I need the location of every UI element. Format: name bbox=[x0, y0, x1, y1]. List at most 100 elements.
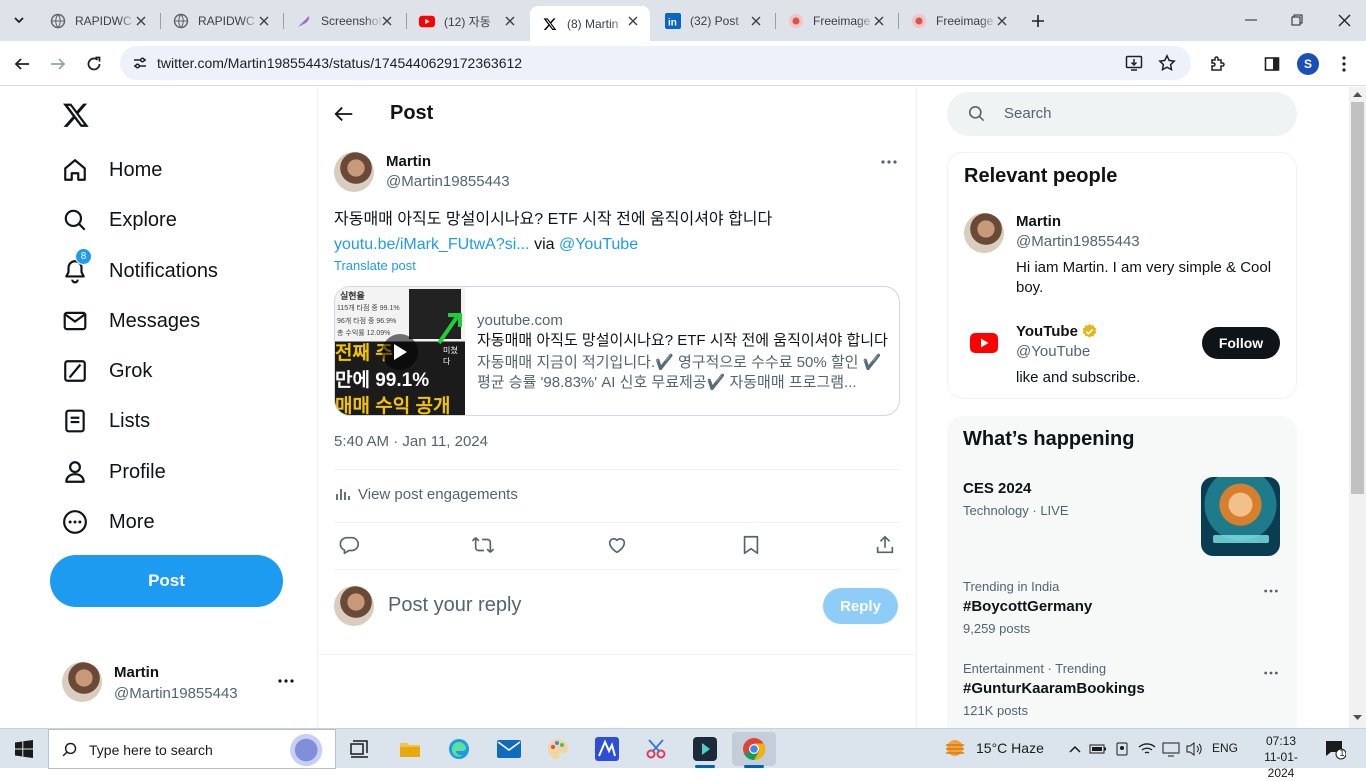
mail-button[interactable] bbox=[487, 732, 531, 766]
link-preview-card[interactable]: 실현율 115개 타점 중 99.1% 96개 타점 중 96.9% 총 수익률… bbox=[334, 286, 900, 416]
back-button[interactable] bbox=[9, 51, 35, 77]
post-link[interactable]: youtu.be/iMark_FUtwA?si... bbox=[334, 236, 530, 253]
browser-tab[interactable]: Freeimage bbox=[776, 6, 896, 36]
page-scrollbar[interactable] bbox=[1349, 87, 1366, 728]
file-explorer-button[interactable] bbox=[388, 732, 432, 766]
chrome-menu-button[interactable] bbox=[1331, 51, 1357, 77]
trend-item[interactable]: Entertainment · Trending #GunturKaaramBo… bbox=[963, 661, 1281, 718]
like-heart-icon[interactable] bbox=[606, 534, 630, 558]
more-horizontal-icon[interactable] bbox=[277, 672, 295, 690]
nav-item-notifications[interactable]: 8 Notifications bbox=[60, 248, 218, 286]
url-text[interactable]: twitter.com/Martin19855443/status/174544… bbox=[157, 55, 522, 71]
nav-item-messages[interactable]: Messages bbox=[60, 306, 200, 336]
nav-item-home[interactable]: Home bbox=[60, 155, 162, 185]
nav-item-lists[interactable]: Lists bbox=[60, 406, 150, 436]
scroll-up-icon[interactable] bbox=[1353, 91, 1362, 97]
close-icon[interactable] bbox=[503, 14, 517, 28]
post-button[interactable]: Post bbox=[50, 555, 283, 607]
nav-item-explore[interactable]: Explore bbox=[60, 205, 177, 235]
task-view-button[interactable] bbox=[338, 732, 382, 766]
close-window-button[interactable] bbox=[1329, 8, 1359, 32]
close-icon[interactable] bbox=[380, 14, 394, 28]
reply-icon[interactable] bbox=[338, 534, 362, 558]
account-name: Martin bbox=[114, 664, 159, 681]
trend-image[interactable] bbox=[1201, 477, 1280, 556]
thumb-line: 96개 타점 중 96.9% bbox=[337, 318, 397, 325]
reply-button[interactable]: Reply bbox=[823, 588, 898, 624]
close-icon[interactable] bbox=[749, 14, 763, 28]
post-author-name[interactable]: Martin bbox=[386, 153, 431, 170]
bookmark-icon[interactable] bbox=[740, 534, 764, 558]
play-icon[interactable] bbox=[382, 334, 418, 370]
nav-item-label: Grok bbox=[109, 359, 153, 382]
app-button[interactable] bbox=[683, 732, 727, 768]
translate-post-link[interactable]: Translate post bbox=[334, 258, 416, 273]
minimize-button[interactable] bbox=[1236, 8, 1266, 32]
start-button[interactable] bbox=[0, 729, 48, 769]
site-settings-icon[interactable] bbox=[132, 55, 148, 71]
wifi-icon[interactable] bbox=[1138, 740, 1156, 758]
battery-icon[interactable] bbox=[1089, 740, 1107, 758]
app-button[interactable] bbox=[585, 732, 629, 766]
system-clock[interactable]: 07:13 11-01-2024 bbox=[1251, 733, 1311, 781]
chrome-button[interactable] bbox=[732, 732, 776, 768]
post-author-handle[interactable]: @Martin19855443 bbox=[386, 173, 510, 190]
close-icon[interactable] bbox=[257, 14, 271, 28]
back-arrow-icon[interactable] bbox=[333, 103, 357, 127]
reload-button[interactable] bbox=[81, 51, 107, 77]
close-icon[interactable] bbox=[134, 14, 148, 28]
repost-icon[interactable] bbox=[471, 534, 495, 558]
snipping-tool-button[interactable] bbox=[634, 732, 678, 766]
forward-button[interactable] bbox=[45, 51, 71, 77]
tab-search-button[interactable] bbox=[6, 8, 32, 32]
browser-tab[interactable]: RAPIDWC bbox=[161, 6, 281, 36]
address-bar[interactable]: twitter.com/Martin19855443/status/174544… bbox=[120, 46, 1191, 80]
language-indicator[interactable]: ENG bbox=[1212, 741, 1238, 755]
scroll-down-icon[interactable] bbox=[1353, 715, 1362, 721]
weather-widget[interactable]: 15°C Haze bbox=[944, 737, 1044, 759]
reply-input[interactable]: Post your reply bbox=[388, 594, 521, 617]
bookmark-star-icon[interactable] bbox=[1158, 54, 1176, 72]
close-icon[interactable] bbox=[626, 14, 640, 28]
nav-item-more[interactable]: More bbox=[60, 507, 155, 537]
chevron-up-icon[interactable] bbox=[1066, 740, 1084, 758]
volume-icon[interactable] bbox=[1185, 740, 1203, 758]
profile-avatar[interactable]: S bbox=[1297, 53, 1319, 75]
browser-tab[interactable]: RAPIDWC bbox=[38, 6, 158, 36]
meet-now-icon[interactable] bbox=[1113, 740, 1131, 758]
mention-link[interactable]: @YouTube bbox=[559, 236, 638, 253]
post-timestamp[interactable]: 5:40 AM · Jan 11, 2024 bbox=[334, 433, 488, 450]
avatar[interactable] bbox=[334, 152, 374, 192]
paint-button[interactable] bbox=[536, 732, 580, 766]
account-switcher[interactable]: Martin @Martin19855443 bbox=[62, 660, 312, 704]
browser-tab[interactable]: in (32) Post bbox=[653, 6, 773, 36]
new-tab-button[interactable] bbox=[1028, 11, 1048, 31]
browser-tab[interactable]: Freeimage bbox=[899, 6, 1019, 36]
view-engagements-link[interactable]: View post engagements bbox=[334, 485, 518, 503]
install-app-icon[interactable] bbox=[1125, 54, 1143, 72]
display-icon[interactable] bbox=[1162, 740, 1180, 758]
trend-item[interactable]: Trending in India #BoycottGermany 9,259 … bbox=[963, 579, 1281, 636]
browser-tab[interactable]: (12) 자동 bbox=[407, 6, 527, 36]
more-horizontal-icon[interactable] bbox=[1263, 583, 1279, 599]
nav-item-grok[interactable]: Grok bbox=[60, 356, 152, 386]
web-icon bbox=[50, 13, 66, 29]
close-icon[interactable] bbox=[872, 14, 886, 28]
close-icon[interactable] bbox=[995, 14, 1009, 28]
search-input[interactable]: Search bbox=[947, 92, 1297, 136]
more-horizontal-icon[interactable] bbox=[880, 153, 898, 171]
share-icon[interactable] bbox=[874, 534, 898, 558]
follow-button[interactable]: Follow bbox=[1202, 327, 1280, 359]
notification-center-icon[interactable]: 1 bbox=[1324, 738, 1346, 760]
restore-button[interactable] bbox=[1282, 8, 1312, 32]
side-panel-button[interactable] bbox=[1259, 51, 1285, 77]
extensions-button[interactable] bbox=[1205, 51, 1231, 77]
taskbar-search-box[interactable]: Type here to search bbox=[48, 729, 336, 769]
more-horizontal-icon[interactable] bbox=[1263, 665, 1279, 681]
browser-tab[interactable]: Screenshot bbox=[284, 6, 404, 36]
nav-item-profile[interactable]: Profile bbox=[60, 457, 166, 487]
x-logo-icon[interactable] bbox=[62, 101, 90, 129]
edge-browser-button[interactable] bbox=[437, 732, 481, 766]
browser-tab-active[interactable]: (8) Martin bbox=[530, 6, 650, 41]
scrollbar-thumb[interactable] bbox=[1351, 102, 1364, 494]
